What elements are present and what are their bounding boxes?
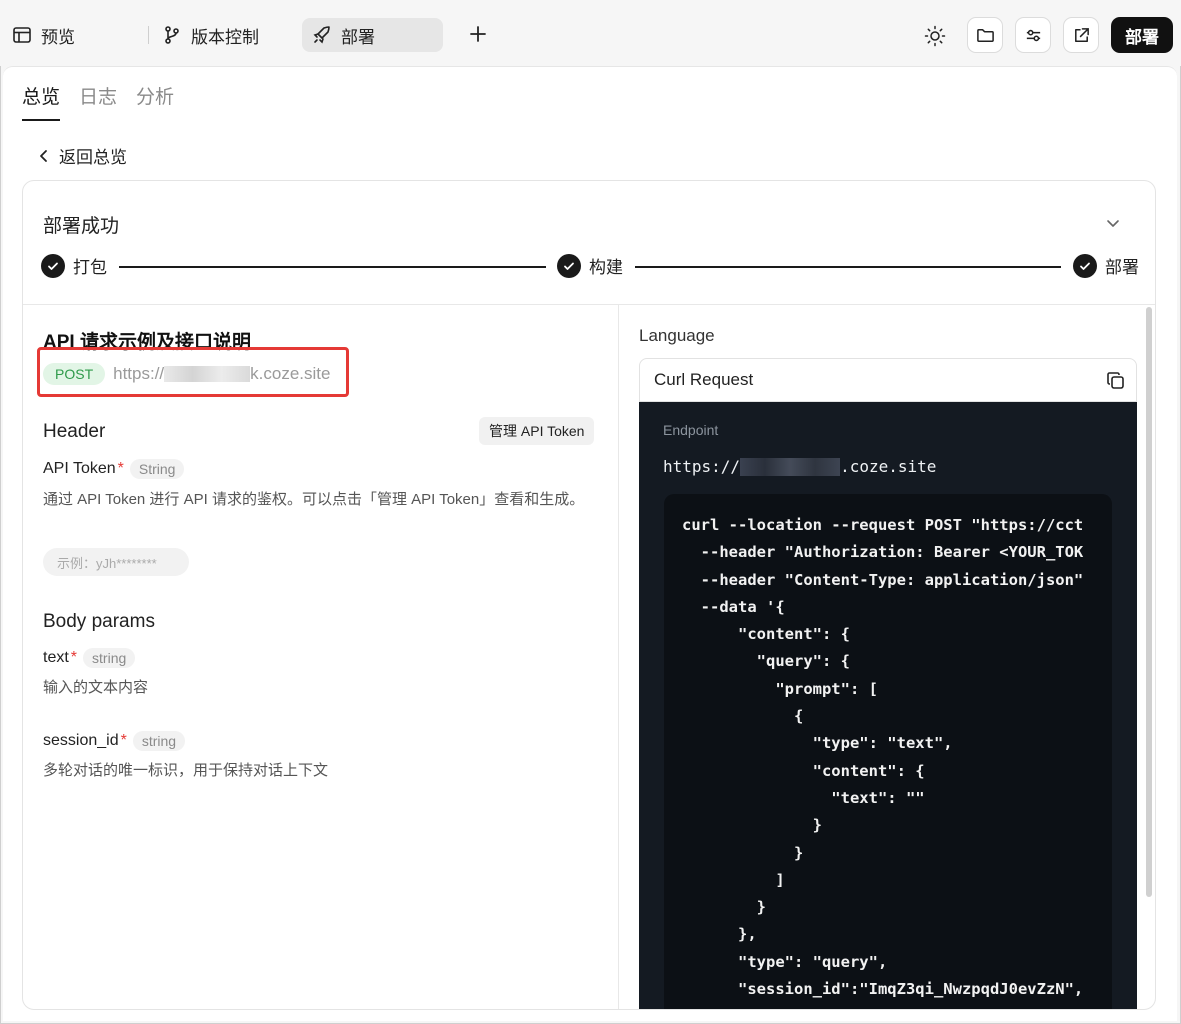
deploy-status-title: 部署成功 [43,216,120,237]
step-label: 部署 [1105,258,1139,277]
step-connector [119,266,546,268]
sub-tabs: 总览 日志 分析 [22,82,193,121]
deploy-tab-label: 部署 [341,27,375,47]
external-link-icon [1074,27,1089,42]
type-badge: string [83,648,136,668]
divider [618,305,619,1009]
sliders-icon [1026,29,1040,41]
type-badge: string [132,731,186,751]
preview-icon [13,27,31,43]
step-package: 打包 [41,253,107,278]
version-control-tab[interactable]: 版本控制 [162,18,259,52]
selected-language: Curl Request [654,370,754,389]
param-text: text * string [43,648,136,668]
preview-label: 预览 [41,27,75,47]
check-icon [41,253,65,278]
manage-api-token-button[interactable]: 管理 API Token [479,417,595,445]
deploy-steps: 打包 构建 部署 [41,253,1139,281]
body-params-label: Body params [43,611,155,632]
param-session-id: session_id * string [43,731,186,751]
check-icon [557,253,581,278]
endpoint-value[interactable]: https:// .coze.site [663,457,936,476]
divider [148,26,149,44]
open-external-button[interactable] [1063,17,1099,53]
endpoint-suffix: .coze.site [840,457,937,476]
rocket-icon [313,26,330,44]
param-description: 多轮对话的唯一标识，用于保持对话上下文 [43,762,329,779]
version-label: 版本控制 [191,27,259,47]
divider [23,304,1155,305]
top-bar: 预览 版本控制 部署 部署 [0,0,1181,66]
back-link[interactable]: 返回总览 [38,143,127,168]
language-select[interactable]: Curl Request [639,358,1137,402]
deploy-button[interactable]: 部署 [1111,17,1173,53]
preview-tab[interactable]: 预览 [12,18,75,52]
required-mark: * [117,460,124,477]
curl-code: curl --location --request POST "https://… [682,516,1084,999]
folder-icon [976,28,994,42]
tab-overview[interactable]: 总览 [22,82,61,121]
step-deploy: 部署 [1073,253,1139,278]
param-name: API Token [43,460,116,477]
chevron-left-icon [40,149,47,162]
deploy-card: 部署成功 打包 构建 部署 API 请求示例及接口说明 POST https:/… [22,180,1156,1010]
endpoint-prefix: https:// [663,457,741,476]
chevron-down-icon[interactable] [1105,215,1121,231]
header-section-label: Header [43,421,106,442]
back-label: 返回总览 [59,148,127,167]
step-label: 构建 [589,258,623,277]
plus-icon[interactable] [466,22,490,46]
param-name: text [43,649,69,666]
branch-icon [165,26,179,44]
required-mark: * [70,649,78,666]
param-description: 通过 API Token 进行 API 请求的鉴权。可以点击「管理 API To… [43,491,585,508]
scrollbar[interactable] [1146,307,1152,897]
step-build: 构建 [557,253,623,278]
highlight-box [37,347,349,397]
param-api-token: API Token * String [43,459,185,479]
language-label: Language [639,326,715,345]
deploy-tab[interactable]: 部署 [302,18,443,52]
tab-analysis[interactable]: 分析 [136,82,174,121]
step-label: 打包 [73,258,107,277]
step-connector [635,266,1061,268]
param-description: 输入的文本内容 [43,679,149,696]
code-panel: Endpoint https:// .coze.site curl --loca… [639,402,1137,1009]
code-block[interactable]: curl --location --request POST "https://… [664,494,1112,1009]
endpoint-label: Endpoint [663,422,719,438]
redacted-block [740,457,841,476]
required-mark: * [120,732,127,749]
tab-logs[interactable]: 日志 [79,82,117,121]
folder-button[interactable] [967,17,1003,53]
copy-icon[interactable] [1106,371,1126,391]
type-badge: String [129,459,185,479]
sun-icon[interactable] [924,25,946,47]
check-icon [1073,253,1097,278]
settings-button[interactable] [1015,17,1051,53]
example-value: 示例：yJh******** [43,548,189,576]
param-name: session_id [43,732,119,749]
